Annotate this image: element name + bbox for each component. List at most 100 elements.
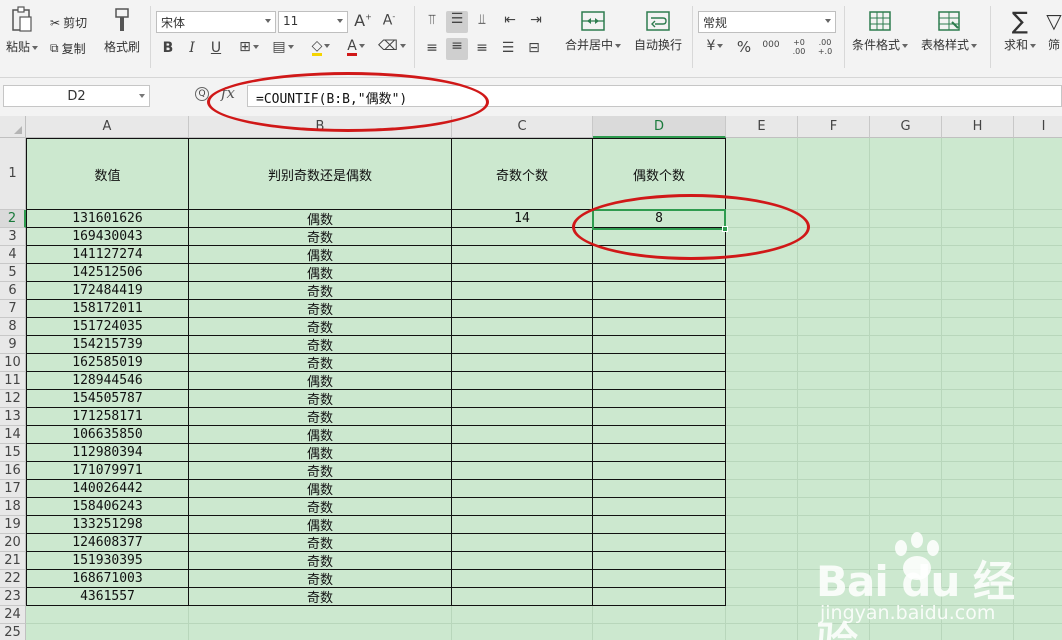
formula-input[interactable]: =COUNTIF(B:B,"偶数") xyxy=(247,85,1062,107)
cell-c10[interactable] xyxy=(452,354,593,372)
cell-c7[interactable] xyxy=(452,300,593,318)
cell-a14[interactable]: 106635850 xyxy=(26,426,189,444)
cell-c22[interactable] xyxy=(452,570,593,588)
percent-icon[interactable]: % xyxy=(735,38,753,56)
cell-d16[interactable] xyxy=(593,462,726,480)
cell-b17[interactable]: 偶数 xyxy=(189,480,452,498)
cell-a8[interactable]: 151724035 xyxy=(26,318,189,336)
decrease-indent-icon[interactable]: ⇤ xyxy=(500,12,520,28)
cell-c14[interactable] xyxy=(452,426,593,444)
cell-c9[interactable] xyxy=(452,336,593,354)
cell-b11[interactable]: 偶数 xyxy=(189,372,452,390)
cell-b14[interactable]: 偶数 xyxy=(189,426,452,444)
fill-pattern-icon[interactable]: ▤ xyxy=(270,39,296,55)
cell-c17[interactable] xyxy=(452,480,593,498)
align-bottom-icon[interactable]: ⫫ xyxy=(472,12,492,28)
cell-d23[interactable] xyxy=(593,588,726,606)
increase-decimal-icon[interactable]: +0 .00 xyxy=(788,38,810,56)
cell-d21[interactable] xyxy=(593,552,726,570)
cell-a10[interactable]: 162585019 xyxy=(26,354,189,372)
cell-c21[interactable] xyxy=(452,552,593,570)
cell-a11[interactable]: 128944546 xyxy=(26,372,189,390)
cell-d11[interactable] xyxy=(593,372,726,390)
cell-c18[interactable] xyxy=(452,498,593,516)
cell-b18[interactable]: 奇数 xyxy=(189,498,452,516)
zoom-icon[interactable]: Q xyxy=(195,87,209,101)
column-header-g[interactable]: G xyxy=(870,116,942,138)
row-header-1[interactable]: 1 xyxy=(0,138,26,210)
cell-b9[interactable]: 奇数 xyxy=(189,336,452,354)
cell-a19[interactable]: 133251298 xyxy=(26,516,189,534)
align-center-icon[interactable]: ≡ xyxy=(446,38,468,60)
cell-d9[interactable] xyxy=(593,336,726,354)
insert-function-icon[interactable]: fx xyxy=(221,84,235,102)
fill-color-icon[interactable]: ◇ xyxy=(306,38,336,56)
cell-a2[interactable]: 131601626 xyxy=(26,210,189,228)
cell-a12[interactable]: 154505787 xyxy=(26,390,189,408)
cell-c4[interactable] xyxy=(452,246,593,264)
align-top-icon[interactable]: ⫪ xyxy=(422,12,442,28)
cell-a23[interactable]: 4361557 xyxy=(26,588,189,606)
decrease-decimal-icon[interactable]: .00 +.0 xyxy=(814,38,836,56)
row-header-20[interactable]: 20 xyxy=(0,534,26,552)
font-name-select[interactable]: 宋体 xyxy=(156,11,276,33)
header-cell-b[interactable]: 判别奇数还是偶数 xyxy=(189,138,452,210)
cell-b21[interactable]: 奇数 xyxy=(189,552,452,570)
row-header-6[interactable]: 6 xyxy=(0,282,26,300)
cell-c19[interactable] xyxy=(452,516,593,534)
currency-icon[interactable]: ¥ xyxy=(702,38,728,54)
row-header-15[interactable]: 15 xyxy=(0,444,26,462)
cell-d19[interactable] xyxy=(593,516,726,534)
cell-a5[interactable]: 142512506 xyxy=(26,264,189,282)
cell-a18[interactable]: 158406243 xyxy=(26,498,189,516)
cell-a13[interactable]: 171258171 xyxy=(26,408,189,426)
column-header-f[interactable]: F xyxy=(798,116,870,138)
cell-c12[interactable] xyxy=(452,390,593,408)
cell-d7[interactable] xyxy=(593,300,726,318)
format-painter-button[interactable]: 格式刷 xyxy=(102,6,142,55)
row-header-22[interactable]: 22 xyxy=(0,570,26,588)
cell-d18[interactable] xyxy=(593,498,726,516)
bold-button[interactable]: B xyxy=(160,40,176,56)
cell-c13[interactable] xyxy=(452,408,593,426)
border-icon[interactable]: ⊞ xyxy=(236,39,262,55)
conditional-format-button[interactable]: 条件格式 xyxy=(850,10,910,53)
cell-c8[interactable] xyxy=(452,318,593,336)
cell-b3[interactable]: 奇数 xyxy=(189,228,452,246)
row-header-5[interactable]: 5 xyxy=(0,264,26,282)
increase-indent-icon[interactable]: ⇥ xyxy=(526,12,546,28)
cell-c3[interactable] xyxy=(452,228,593,246)
cell-b15[interactable]: 偶数 xyxy=(189,444,452,462)
row-header-7[interactable]: 7 xyxy=(0,300,26,318)
cell-b7[interactable]: 奇数 xyxy=(189,300,452,318)
select-all-corner[interactable] xyxy=(0,116,26,138)
row-header-2[interactable]: 2 xyxy=(0,210,26,228)
cell-c5[interactable] xyxy=(452,264,593,282)
name-box[interactable]: D2 xyxy=(3,85,150,107)
cell-c23[interactable] xyxy=(452,588,593,606)
cell-c6[interactable] xyxy=(452,282,593,300)
eraser-icon[interactable]: ⌫ xyxy=(378,38,406,54)
cell-a4[interactable]: 141127274 xyxy=(26,246,189,264)
header-cell-d[interactable]: 偶数个数 xyxy=(593,138,726,210)
cell-a20[interactable]: 124608377 xyxy=(26,534,189,552)
thousands-separator-icon[interactable]: 000 xyxy=(760,40,782,50)
row-header-24[interactable]: 24 xyxy=(0,606,26,624)
cell-b4[interactable]: 偶数 xyxy=(189,246,452,264)
cell-d4[interactable] xyxy=(593,246,726,264)
italic-button[interactable]: I xyxy=(184,40,200,56)
row-header-14[interactable]: 14 xyxy=(0,426,26,444)
cell-d15[interactable] xyxy=(593,444,726,462)
row-header-10[interactable]: 10 xyxy=(0,354,26,372)
cell-c2[interactable]: 14 xyxy=(452,210,593,228)
cell-b22[interactable]: 奇数 xyxy=(189,570,452,588)
copy-button[interactable]: ⧉ 复制 xyxy=(50,40,86,57)
column-header-b[interactable]: B xyxy=(189,116,452,138)
row-header-8[interactable]: 8 xyxy=(0,318,26,336)
row-header-9[interactable]: 9 xyxy=(0,336,26,354)
column-header-a[interactable]: A xyxy=(26,116,189,138)
font-size-select[interactable]: 11 xyxy=(278,11,348,33)
cell-d5[interactable] xyxy=(593,264,726,282)
column-header-h[interactable]: H xyxy=(942,116,1014,138)
row-header-12[interactable]: 12 xyxy=(0,390,26,408)
